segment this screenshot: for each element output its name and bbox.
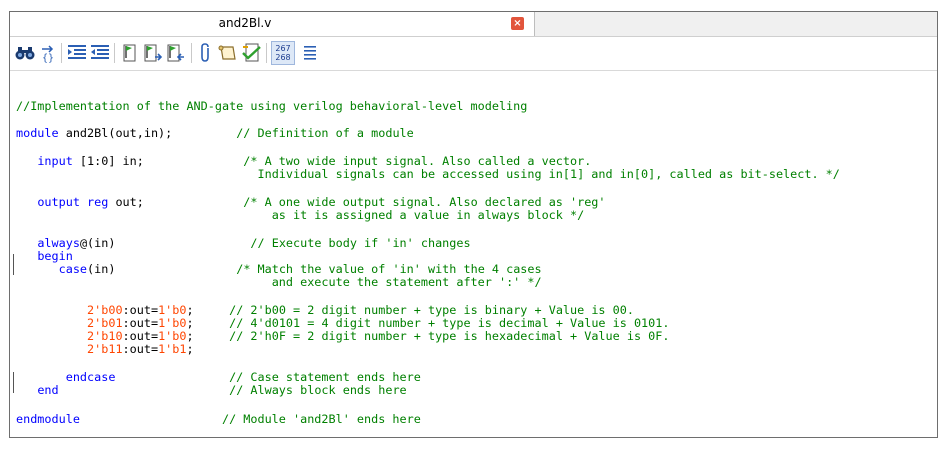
- line-numbers-toggle[interactable]: 267 268: [271, 41, 295, 65]
- toolbar-separator: [266, 43, 267, 63]
- code-line: always@(in) // Execute body if 'in' chan…: [37, 236, 471, 250]
- indent-icon[interactable]: [66, 41, 88, 65]
- toolbar-separator: [114, 43, 115, 63]
- line-number-bottom: 268: [275, 53, 291, 62]
- svg-text:{}: {}: [42, 53, 54, 63]
- close-tab-icon[interactable]: ×: [511, 17, 524, 30]
- code-line: module and2Bl(out,in); // Definition of …: [16, 126, 414, 140]
- tab-title: and2Bl.v: [218, 16, 272, 30]
- outdent-icon[interactable]: [89, 41, 111, 65]
- fold-marker: [13, 254, 14, 275]
- paperclip-icon[interactable]: [195, 41, 217, 65]
- toolbar: {} 267 268: [10, 37, 937, 71]
- code-editor[interactable]: //Implementation of the AND-gate using v…: [10, 71, 937, 437]
- line-number-top: 267: [275, 44, 291, 53]
- check-document-icon[interactable]: [241, 41, 263, 65]
- code-line: as it is assigned a value in always bloc…: [271, 208, 585, 222]
- toolbar-separator: [191, 43, 192, 63]
- toolbar-separator: [61, 43, 62, 63]
- code-line: //Implementation of the AND-gate using v…: [16, 99, 528, 113]
- goto-brace-icon[interactable]: {}: [36, 41, 58, 65]
- scroll-icon[interactable]: [217, 41, 239, 65]
- tab-and2bl[interactable]: and2Bl.v ×: [10, 12, 535, 36]
- prev-bookmark-icon[interactable]: [165, 41, 187, 65]
- code-line: and execute the statement after ':' */: [271, 275, 542, 289]
- code-line: end // Always block ends here: [37, 383, 407, 397]
- find-binoculars-icon[interactable]: [14, 41, 36, 65]
- fold-marker: [13, 372, 14, 393]
- code-line: endmodule // Module 'and2Bl' ends here: [16, 412, 421, 426]
- word-wrap-icon[interactable]: [299, 41, 321, 65]
- code-line: 2'b11:out=1'b1;: [87, 342, 194, 356]
- tab-bar: and2Bl.v ×: [10, 12, 937, 37]
- next-bookmark-icon[interactable]: [142, 41, 164, 65]
- editor-window: and2Bl.v × {} 267 268 //Implementation o…: [9, 11, 938, 438]
- code-line: Individual signals can be accessed using…: [257, 167, 840, 181]
- bookmark-icon[interactable]: [119, 41, 141, 65]
